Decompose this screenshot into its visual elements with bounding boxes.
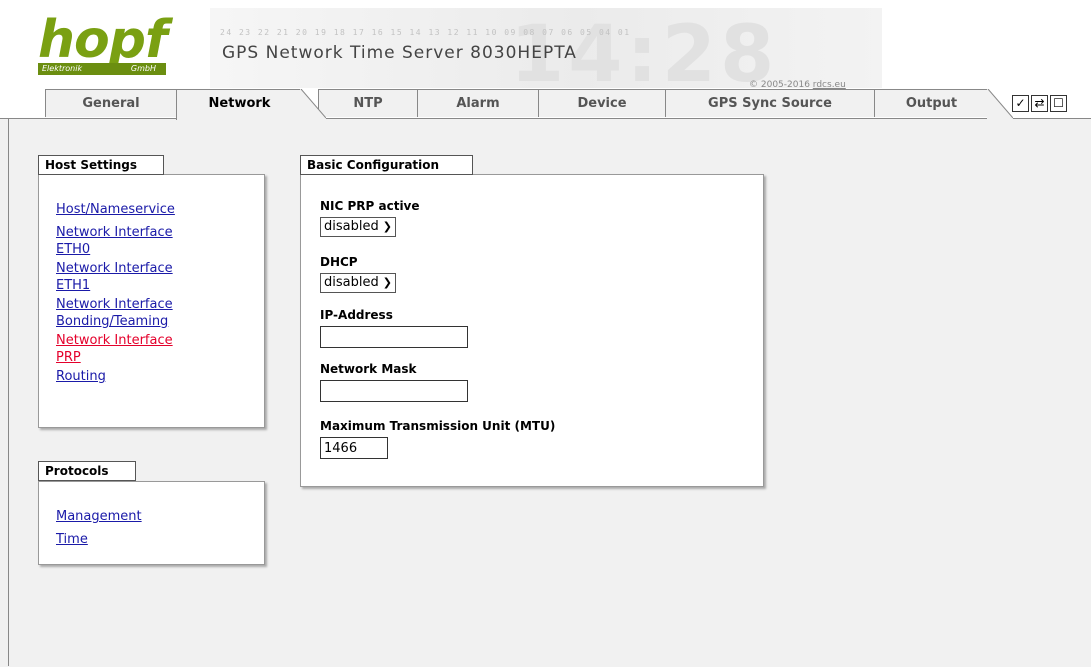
dhcp-label: DHCP xyxy=(320,255,358,269)
tab-device[interactable]: Device xyxy=(538,89,666,117)
link-routing-text: Routing xyxy=(56,369,106,384)
mtu-input[interactable] xyxy=(320,437,388,459)
link-eth0-line1: Network Interface xyxy=(56,225,173,240)
protocols-title: Protocols xyxy=(38,461,136,481)
network-mask-input[interactable] xyxy=(320,380,468,402)
link-eth1-line2: ETH1 xyxy=(56,278,91,293)
chevron-down-icon: ❯ xyxy=(382,276,392,289)
ip-address-input[interactable] xyxy=(320,326,468,348)
link-management[interactable]: Management xyxy=(56,508,246,525)
mtu-label: Maximum Transmission Unit (MTU) xyxy=(320,419,556,433)
page-header: 14:28 hopf Elektronik GmbH 24 23 22 21 2… xyxy=(0,0,1091,90)
main-tab-bar: General Network NTP Alarm Device GPS Syn… xyxy=(0,89,1091,120)
ip-address-field: IP-Address xyxy=(320,308,468,348)
link-prp-line1: Network Interface xyxy=(56,333,173,348)
product-title: GPS Network Time Server 8030HEPTA xyxy=(222,43,577,63)
tab-alarm[interactable]: Alarm xyxy=(417,89,539,117)
link-prp-line2: PRP xyxy=(56,350,81,365)
mtu-field: Maximum Transmission Unit (MTU) xyxy=(320,419,555,459)
protocols-links: Management Time xyxy=(56,508,246,548)
link-network-interface-prp[interactable]: Network Interface PRP xyxy=(56,332,246,366)
link-routing[interactable]: Routing xyxy=(56,368,246,385)
tab-ntp[interactable]: NTP xyxy=(318,89,418,117)
link-eth0-line2: ETH0 xyxy=(56,242,91,257)
tab-general[interactable]: General xyxy=(45,89,177,117)
link-eth1-line1: Network Interface xyxy=(56,261,173,276)
nic-prp-label: NIC PRP active xyxy=(320,199,420,213)
dhcp-value: disabled xyxy=(324,275,379,290)
ip-address-label: IP-Address xyxy=(320,308,393,322)
window-icon[interactable]: ☐ xyxy=(1050,95,1067,112)
link-bonding-line2: Bonding/Teaming xyxy=(56,314,169,329)
tab-output[interactable]: Output xyxy=(874,89,988,117)
basic-configuration-title: Basic Configuration xyxy=(300,155,473,175)
nic-prp-value: disabled xyxy=(324,219,379,234)
link-network-interface-eth1[interactable]: Network Interface ETH1 xyxy=(56,260,246,294)
link-time[interactable]: Time xyxy=(56,531,246,548)
logo-wordmark: hopf xyxy=(38,10,168,70)
tab-gps-sync-source[interactable]: GPS Sync Source xyxy=(665,89,875,117)
tab-output-slant xyxy=(987,89,1013,120)
link-host-nameservice-text: Host/Nameservice xyxy=(56,202,175,217)
chevron-down-icon: ❯ xyxy=(382,220,392,233)
tab-network[interactable]: Network xyxy=(176,89,302,120)
nic-prp-select[interactable]: disabled ❯ xyxy=(320,217,396,237)
refresh-icon[interactable]: ⇄ xyxy=(1031,95,1048,112)
checkmark-icon[interactable]: ✓ xyxy=(1012,95,1029,112)
network-mask-label: Network Mask xyxy=(320,362,417,376)
network-mask-field: Network Mask xyxy=(320,362,468,402)
tab-network-slant xyxy=(300,89,326,120)
host-settings-links: Host/Nameservice Network Interface ETH0 … xyxy=(56,201,246,385)
logo-left-text: Elektronik xyxy=(42,64,83,73)
banner-scale-numbers: 24 23 22 21 20 19 18 17 16 15 14 13 12 1… xyxy=(220,28,631,37)
host-settings-title: Host Settings xyxy=(38,155,164,175)
content-left-border xyxy=(8,118,9,666)
link-bonding-line1: Network Interface xyxy=(56,297,173,312)
link-network-interface-bonding[interactable]: Network Interface Bonding/Teaming xyxy=(56,296,246,330)
link-network-interface-eth0[interactable]: Network Interface ETH0 xyxy=(56,224,246,258)
nic-prp-field: NIC PRP active disabled ❯ xyxy=(320,199,420,237)
logo-right-text: GmbH xyxy=(130,64,156,73)
dhcp-field: DHCP disabled ❯ xyxy=(320,255,396,293)
link-host-nameservice[interactable]: Host/Nameservice xyxy=(56,201,246,218)
logo-subline: Elektronik GmbH xyxy=(38,63,166,75)
dhcp-select[interactable]: disabled ❯ xyxy=(320,273,396,293)
hopf-logo: hopf Elektronik GmbH xyxy=(38,14,168,80)
toolbar: ✓ ⇄ ☐ xyxy=(1012,95,1067,113)
